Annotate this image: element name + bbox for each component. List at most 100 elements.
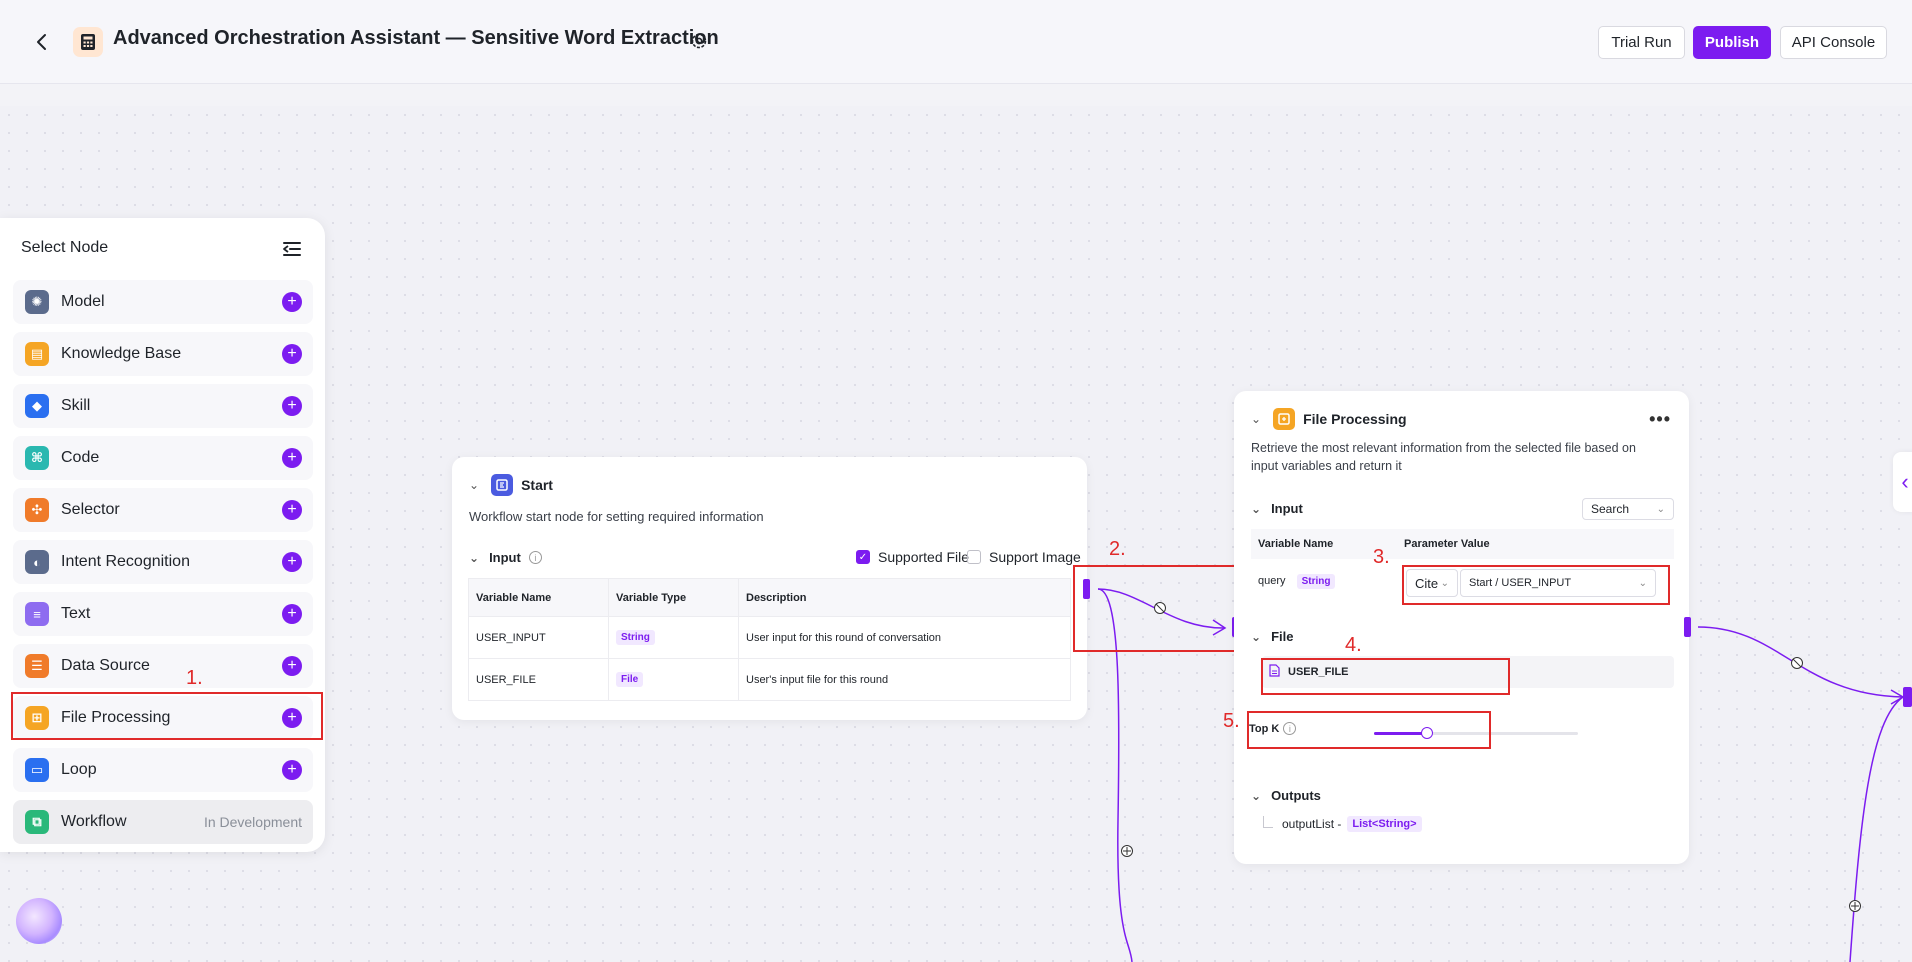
search-mode-value: Search	[1591, 502, 1630, 516]
add-node-icon[interactable]: +	[282, 552, 302, 572]
type-tag: String	[616, 630, 655, 645]
node-item-label: Skill	[61, 397, 91, 414]
start-input-label: Input	[489, 550, 521, 565]
settings-gear-icon[interactable]	[689, 31, 709, 51]
fp-node-header: ⌄ File Processing	[1251, 408, 1407, 430]
loop-icon: ▭	[25, 758, 49, 782]
checkbox-checked-icon[interactable]: ✓	[856, 550, 870, 564]
node-item-knowledge-base[interactable]: ▤ Knowledge Base +	[13, 332, 313, 376]
intent-icon: ◐	[25, 550, 49, 574]
node-item-label: Workflow	[61, 813, 127, 830]
chevron-down-icon[interactable]: ⌄	[1251, 412, 1261, 426]
node-item-selector[interactable]: ✣ Selector +	[13, 488, 313, 532]
add-node-icon[interactable]: +	[282, 656, 302, 676]
node-item-label: Knowledge Base	[61, 345, 182, 362]
chevron-left-icon: ‹	[1901, 469, 1909, 494]
info-icon[interactable]: i	[528, 551, 542, 564]
knowledge-base-icon: ▤	[25, 342, 49, 366]
annotation-label-5: 5.	[1223, 710, 1240, 732]
node-item-skill[interactable]: ◆ Skill +	[13, 384, 313, 428]
annotation-box-4	[1261, 658, 1510, 695]
column-header: Variable Name	[468, 578, 609, 617]
fp-input-section[interactable]: ⌄ Input	[1251, 501, 1303, 516]
annotation-box-2	[1073, 565, 1247, 652]
collapse-menu-icon[interactable]	[281, 238, 303, 260]
file-processing-icon	[1273, 408, 1296, 430]
fp-file-label: File	[1271, 629, 1294, 644]
start-node-icon	[491, 474, 514, 496]
chevron-down-icon[interactable]: ⌄	[469, 478, 479, 492]
supported-file-checkbox[interactable]: ✓ Supported File	[856, 549, 969, 565]
chevron-down-icon: ⌄	[1656, 503, 1665, 515]
add-node-icon[interactable]: +	[282, 396, 302, 416]
add-node-icon[interactable]: +	[282, 292, 302, 312]
chevron-down-icon[interactable]: ⌄	[1251, 789, 1261, 803]
annotation-box-1	[11, 692, 323, 740]
next-node-input-handle[interactable]	[1903, 687, 1912, 707]
column-header: Description	[738, 578, 1071, 617]
variable-name-cell: USER_INPUT	[468, 616, 609, 659]
model-icon: ✺	[25, 290, 49, 314]
start-variables-table: Variable Name Variable Type Description …	[468, 578, 1071, 701]
start-input-section[interactable]: ⌄ Input i	[469, 550, 542, 565]
file-processing-node[interactable]: ⌄ File Processing ••• Retrieve the most …	[1234, 391, 1689, 864]
trial-run-button[interactable]: Trial Run	[1598, 26, 1685, 59]
publish-button[interactable]: Publish	[1693, 26, 1771, 59]
chevron-down-icon[interactable]: ⌄	[1251, 630, 1261, 644]
variable-type-cell: String	[608, 616, 739, 659]
output-type-tag: List<String>	[1347, 816, 1422, 832]
annotation-box-3	[1402, 565, 1670, 605]
node-item-label: Code	[61, 449, 100, 466]
start-node[interactable]: ⌄ Start Workflow start node for setting …	[452, 457, 1087, 720]
add-node-icon[interactable]: +	[282, 344, 302, 364]
node-item-data-source[interactable]: ☰ Data Source +	[13, 644, 313, 688]
more-options-icon[interactable]: •••	[1649, 409, 1671, 430]
page-title: Advanced Orchestration Assistant — Sensi…	[113, 27, 719, 49]
assistant-orb-icon[interactable]	[16, 898, 62, 944]
description-cell: User's input file for this round	[738, 658, 1071, 701]
select-node-title: Select Node	[21, 239, 109, 256]
column-header: Parameter Value	[1397, 529, 1674, 559]
node-item-code[interactable]: ⌘ Code +	[13, 436, 313, 480]
support-image-label: Support Image	[989, 549, 1081, 565]
supported-file-label: Supported File	[878, 549, 970, 565]
support-image-checkbox[interactable]: Support Image	[967, 549, 1081, 565]
type-tag: String	[1296, 573, 1336, 589]
node-item-label: Intent Recognition	[61, 553, 190, 570]
add-node-icon[interactable]: +	[282, 760, 302, 780]
param-name: query	[1258, 574, 1286, 587]
node-item-label: Data Source	[61, 657, 150, 674]
right-panel-collapse-button[interactable]: ‹	[1893, 452, 1912, 512]
annotation-label-4: 4.	[1345, 634, 1362, 656]
chevron-down-icon[interactable]: ⌄	[469, 551, 479, 565]
node-item-intent-recognition[interactable]: ◐ Intent Recognition +	[13, 540, 313, 584]
node-item-label: Selector	[61, 501, 120, 518]
fp-output-handle[interactable]	[1684, 617, 1691, 637]
column-header: Variable Type	[608, 578, 739, 617]
node-item-text[interactable]: ≡ Text +	[13, 592, 313, 636]
annotation-label-1: 1.	[186, 667, 203, 689]
add-node-icon[interactable]: +	[282, 448, 302, 468]
api-console-button[interactable]: API Console	[1780, 26, 1887, 59]
start-node-header: ⌄ Start	[469, 474, 553, 496]
chevron-down-icon[interactable]: ⌄	[1251, 502, 1261, 516]
fp-outputs-section[interactable]: ⌄ Outputs	[1251, 788, 1321, 803]
fp-description-line1: Retrieve the most relevant information f…	[1251, 441, 1636, 455]
fp-file-section[interactable]: ⌄ File	[1251, 629, 1293, 644]
add-node-icon[interactable]: +	[282, 500, 302, 520]
add-node-icon[interactable]: +	[282, 604, 302, 624]
back-arrow-icon[interactable]	[30, 30, 54, 54]
node-item-label: Loop	[61, 761, 97, 778]
app-icon	[73, 27, 103, 57]
search-mode-select[interactable]: Search ⌄	[1582, 498, 1674, 520]
table-row: USER_FILE File User's input file for thi…	[468, 658, 1071, 701]
checkbox-unchecked-icon[interactable]	[967, 550, 981, 564]
node-item-workflow[interactable]: ⧉ Workflow In Development	[13, 800, 313, 844]
output-name: outputList -	[1282, 817, 1342, 831]
variable-type-cell: File	[608, 658, 739, 701]
node-item-loop[interactable]: ▭ Loop +	[13, 748, 313, 792]
node-item-model[interactable]: ✺ Model +	[13, 280, 313, 324]
start-node-description: Workflow start node for setting required…	[469, 509, 764, 524]
in-development-badge: In Development	[203, 814, 302, 830]
table-row: USER_INPUT String User input for this ro…	[468, 616, 1071, 659]
